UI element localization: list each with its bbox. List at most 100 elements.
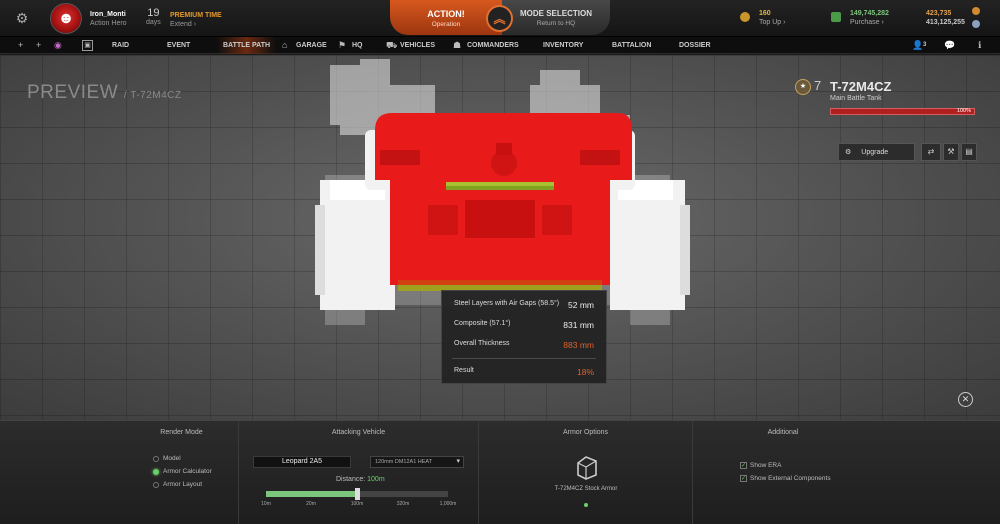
garage-icon: ⌂ [282, 40, 288, 50]
armor-option-caption: T-72M4CZ Stock Armor [554, 486, 618, 492]
nav-vehicles[interactable]: VEHICLES [400, 37, 435, 54]
plus-icon-2[interactable]: + [36, 40, 41, 51]
xp-icon [972, 7, 980, 15]
nav-inventory[interactable]: INVENTORY [543, 37, 583, 54]
radio-label: Model [163, 455, 181, 462]
health-value: 100% [956, 108, 971, 114]
hammer-icon[interactable]: ⚒ [943, 143, 959, 161]
distance-value: 100m [367, 476, 385, 483]
distance-slider-fill [266, 491, 357, 497]
show-external-components-checkbox[interactable]: ✓ Show External Components [740, 475, 831, 482]
tier-badge-icon: ★ [795, 79, 811, 95]
premium-days-unit: days [146, 19, 161, 26]
health-bar: 100% [830, 108, 975, 115]
armor-selected-indicator [584, 503, 588, 507]
render-mode-armor-calculator-radio[interactable]: Armor Calculator [153, 468, 212, 475]
section-title: Armor Options [562, 429, 609, 436]
distance-tick: 320m [396, 501, 410, 507]
user-rank: Action Hero [90, 20, 127, 27]
credits-icon [831, 12, 841, 22]
chevron-down-icon: ▾ [456, 458, 460, 465]
section-title: Additional [767, 429, 799, 436]
armor-calculator-panel: Steel Layers with Air Gaps (58.5°) 52 mm… [441, 290, 607, 384]
nav-commanders[interactable]: COMMANDERS [467, 37, 519, 54]
nav-event[interactable]: EVENT [167, 37, 190, 54]
page-title: PREVIEW / T-72M4CZ [27, 82, 182, 104]
credits-currency[interactable]: 149,745,282 Purchase › [850, 9, 889, 27]
checkbox-label: Show External Components [750, 475, 831, 482]
preview-subtitle: / T-72M4CZ [123, 90, 182, 101]
nav-hq[interactable]: HQ [352, 37, 363, 54]
action-sub: Operation [431, 21, 461, 28]
vehicles-icon: ⛟ [386, 40, 398, 50]
checkbox-checked: ✓ [740, 475, 747, 482]
nav-raid[interactable]: RAID [112, 37, 129, 54]
xp-value: 423,735 [926, 10, 952, 17]
commanders-icon: ☗ [453, 40, 462, 50]
checkbox-checked: ✓ [740, 462, 747, 469]
gold-topup-link[interactable]: Top Up › [759, 18, 785, 27]
chevron-rank-icon[interactable]: ︽ [486, 5, 513, 32]
xp2-icon [972, 20, 980, 28]
section-title: Attacking Vehicle [331, 429, 386, 436]
distance-label: Distance: 100m [336, 476, 385, 483]
distance-slider[interactable] [266, 488, 448, 500]
radio-dot [153, 455, 159, 462]
bottom-panel: Render Mode Model Armor Calculator Armor… [0, 420, 1000, 524]
user-info[interactable]: Iron_Monti Action Hero [90, 10, 127, 28]
settings-gear-icon[interactable]: ⚙ [8, 0, 36, 37]
tank-actions: ⚙ Upgrade ⇄ ⚒ ▤ [838, 143, 977, 161]
premium-extend-link[interactable]: Extend › [170, 20, 222, 29]
mode-selection-button[interactable]: MODE SELECTION Return to HQ [502, 0, 610, 35]
avatar[interactable]: ☻ [50, 3, 82, 34]
armor-row: Composite (57.1°) 831 mm [454, 320, 594, 330]
upgrade-button[interactable]: ⚙ Upgrade [838, 143, 915, 161]
chat-icon[interactable]: 💬 [944, 40, 955, 51]
close-icon[interactable]: ✕ [958, 392, 973, 407]
gold-currency[interactable]: 160 Top Up › [759, 9, 785, 27]
upgrade-label: Upgrade [861, 148, 889, 156]
show-era-checkbox[interactable]: ✓ Show ERA [740, 462, 781, 469]
credits-purchase-link[interactable]: Purchase › [850, 18, 889, 27]
premium-time[interactable]: PREMIUM TIME Extend › [170, 11, 222, 29]
attacking-vehicle-selector[interactable]: Leopard 2A5 [253, 456, 351, 468]
armor-overlay-red [375, 113, 632, 291]
armor-total-value: 883 mm [563, 340, 594, 350]
distance-slider-handle[interactable] [355, 488, 360, 500]
render-mode-armor-layout-radio[interactable]: Armor Layout [153, 481, 202, 488]
nav-bar: + + ◉ ▣ RAID EVENT BATTLE PATH ⌂ GARAGE … [0, 37, 1000, 54]
nav-dossier[interactable]: DOSSIER [679, 37, 711, 54]
username: Iron_Monti [90, 11, 126, 18]
render-mode-model-radio[interactable]: Model [153, 455, 181, 462]
armor-result-row: Result 18% [454, 367, 594, 377]
nav-garage[interactable]: GARAGE [296, 37, 327, 54]
compare-icon[interactable]: ⇄ [921, 143, 941, 161]
tank-viewport[interactable]: PREVIEW / T-72M4CZ ★ 7 T-72M4CZ Main Bat… [0, 55, 1000, 420]
distance-tick: 10m [261, 501, 271, 507]
ammo-dropdown[interactable]: 120mm DM12A1 HEAT ▾ [370, 456, 464, 468]
premium-days-count: 19 [147, 7, 160, 19]
info-icon[interactable]: ℹ [978, 40, 981, 51]
distance-tick: 100m [350, 501, 364, 507]
armor-row-value: 52 mm [568, 300, 594, 310]
target-icon[interactable]: ◉ [54, 40, 62, 51]
upgrade-icon: ⚙ [845, 149, 852, 156]
result-label: Result [454, 367, 474, 374]
storage-icon[interactable]: ▤ [961, 143, 977, 161]
armor-row-label: Composite (57.1°) [454, 320, 511, 327]
friends-icon[interactable]: 👤 [912, 40, 923, 51]
ammo-value: 120mm DM12A1 HEAT [375, 459, 433, 465]
distance-tick: 20m [306, 501, 316, 507]
armor-row-label: Steel Layers with Air Gaps (58.5°) [454, 300, 560, 307]
tank-class: Main Battle Tank [830, 95, 882, 102]
mode-title: MODE SELECTION [519, 9, 592, 18]
nav-battalion[interactable]: BATTALION [612, 37, 651, 54]
plus-icon[interactable]: + [18, 40, 23, 51]
armor-row-total: Overall Thickness 883 mm [454, 340, 594, 350]
radio-dot [153, 481, 159, 488]
armor-plate-icon[interactable] [572, 453, 600, 481]
preview-title: PREVIEW [27, 82, 119, 103]
nav-battle-path[interactable]: BATTLE PATH [217, 37, 277, 54]
xp2-value: 413,125,255 [926, 19, 965, 26]
profile-icon[interactable]: ▣ [82, 40, 93, 51]
